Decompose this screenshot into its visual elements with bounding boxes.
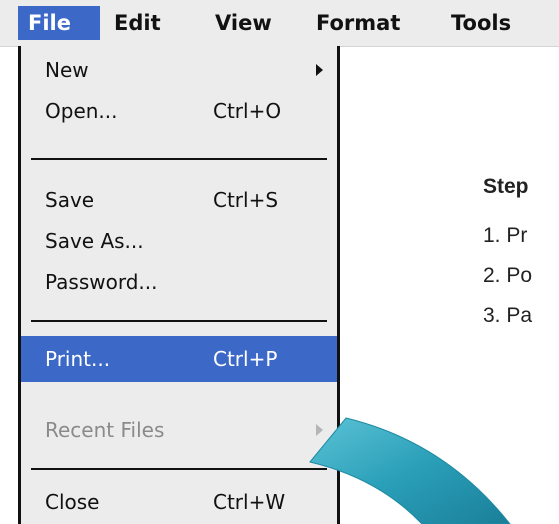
- curved-arrow-graphic: [309, 417, 511, 524]
- arc-shape: [309, 417, 511, 524]
